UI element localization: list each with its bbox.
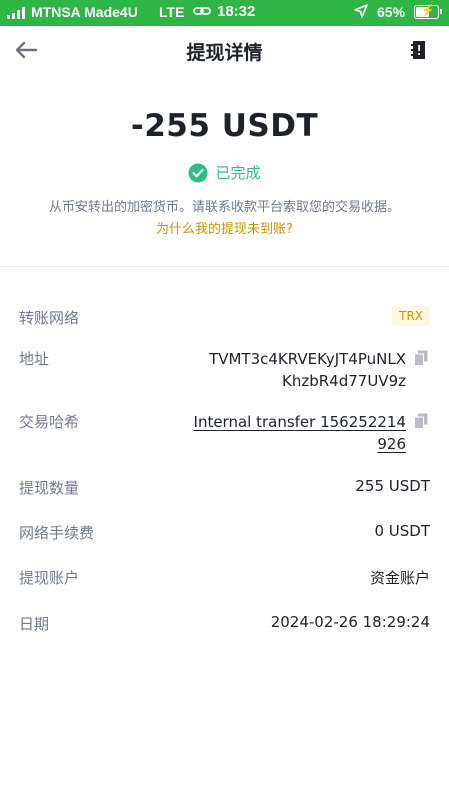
battery-percent: 65% <box>377 4 406 20</box>
signal-icon <box>7 7 27 19</box>
network-type: LTE <box>159 4 185 20</box>
fee-value: 0 USDT <box>374 522 430 540</box>
account-row: 提现账户 资金账户 <box>19 567 430 591</box>
date-value: 2024-02-26 18:29:24 <box>270 613 430 631</box>
notice-text: 从币安转出的加密货币。请联系收款平台索取您的交易收据。 <box>48 200 400 215</box>
withdrawal-amount: -255 USDT <box>130 108 319 144</box>
account-label: 提现账户 <box>19 569 80 587</box>
address-label: 地址 <box>19 350 50 368</box>
status-indicator: 已完成 <box>0 162 449 183</box>
txid-line-1: Internal transfer 156252214 <box>193 413 406 431</box>
why-not-received-link[interactable]: 为什么我的提现未到账? <box>0 218 449 237</box>
status-bar: MTNSA Made4U LTE 18:32 65% ⚡ <box>0 0 449 26</box>
txid-label: 交易哈希 <box>19 413 80 431</box>
address-row: 地址 TVMT3c4KRVEKyJT4PuNLX KhzbR4d77UV9z <box>19 348 430 394</box>
header: 提现详情 <box>0 26 449 76</box>
address-value[interactable]: TVMT3c4KRVEKyJT4PuNLX KhzbR4d77UV9z <box>146 348 406 392</box>
carrier-name: MTNSA Made4U <box>31 4 138 20</box>
date-label: 日期 <box>19 615 50 633</box>
date-row: 日期 2024-02-26 18:29:24 <box>19 613 430 637</box>
fee-row: 网络手续费 0 USDT <box>19 522 430 546</box>
account-value: 资金账户 <box>369 569 430 587</box>
txid-line-2: 926 <box>377 435 406 453</box>
divider <box>0 266 449 267</box>
clock: 18:32 <box>217 3 256 20</box>
link-icon <box>193 5 211 20</box>
address-line-2: KhzbR4d77UV9z <box>282 372 406 390</box>
copy-address-icon[interactable] <box>414 350 428 366</box>
location-arrow-icon <box>354 4 368 21</box>
charging-bolt-icon: ⚡ <box>421 5 435 17</box>
check-circle-icon <box>188 163 208 182</box>
status-text: 已完成 <box>215 164 261 182</box>
network-row: 转账网络 TRX <box>19 306 430 331</box>
page-title: 提现详情 <box>186 42 263 64</box>
network-value: TRX <box>392 306 430 326</box>
report-button[interactable] <box>405 36 433 64</box>
network-label: 转账网络 <box>19 309 80 327</box>
copy-txid-icon[interactable] <box>414 413 428 429</box>
amount-value: 255 USDT <box>355 477 430 495</box>
amount-row: 提现数量 255 USDT <box>19 477 430 501</box>
fee-label: 网络手续费 <box>19 524 95 542</box>
network-tag: TRX <box>392 306 430 326</box>
txid-value[interactable]: Internal transfer 156252214 926 <box>146 411 406 455</box>
txid-row: 交易哈希 Internal transfer 156252214 926 <box>19 411 430 457</box>
report-icon <box>411 41 425 59</box>
address-line-1: TVMT3c4KRVEKyJT4PuNLX <box>209 350 406 368</box>
amount-label: 提现数量 <box>19 479 80 497</box>
battery-icon: ⚡ <box>414 5 442 19</box>
